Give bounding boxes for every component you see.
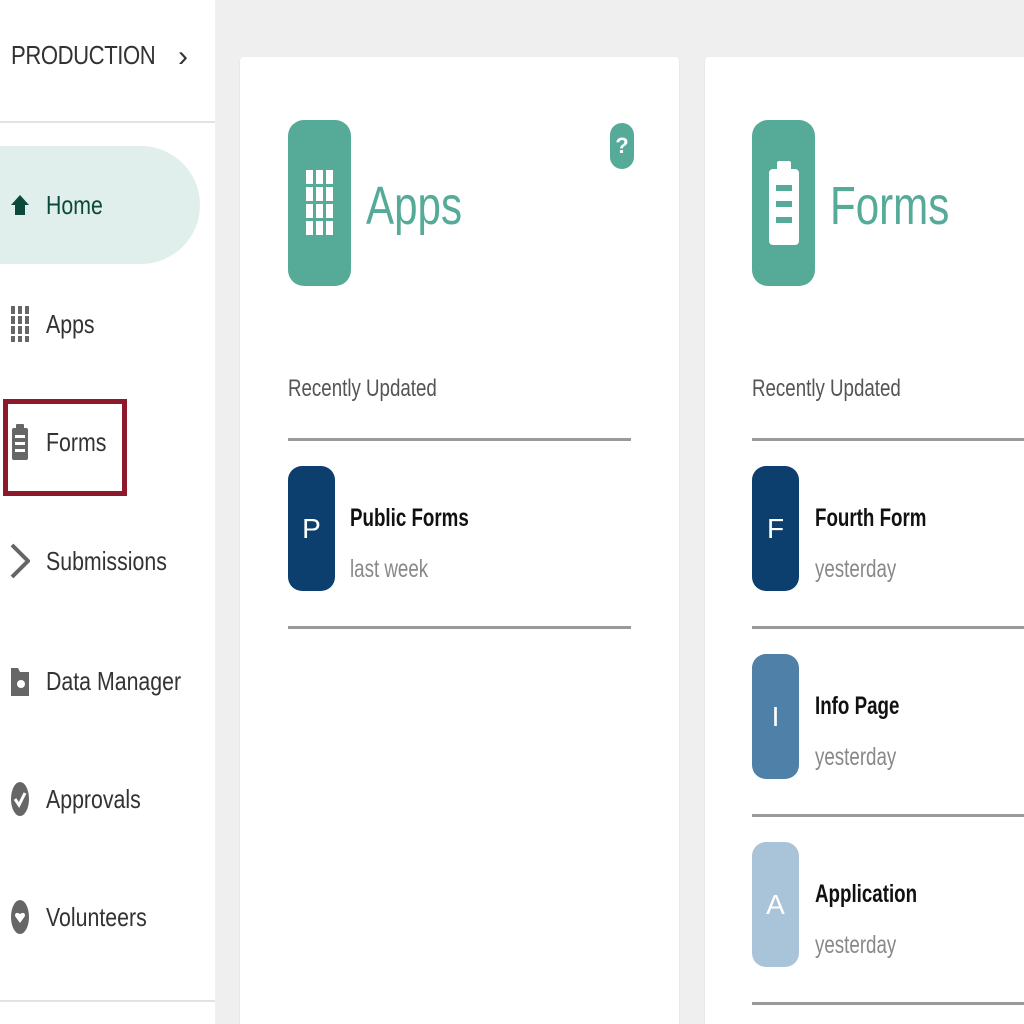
environment-label: PRODUCTION: [11, 40, 156, 70]
sidebar-item-data-manager[interactable]: Data Manager: [0, 622, 200, 740]
avatar: A: [752, 842, 799, 967]
apps-grid-icon: [10, 306, 30, 342]
apps-grid-icon: [288, 120, 351, 286]
item-time: last week: [350, 555, 429, 583]
item-name: Fourth Form: [815, 504, 927, 532]
environment-switcher[interactable]: PRODUCTION ›: [0, 0, 215, 123]
highlight-box: [3, 399, 127, 496]
divider: [752, 626, 1024, 629]
divider: [288, 438, 631, 441]
item-name: Application: [815, 880, 918, 908]
folder-star-icon: [10, 666, 30, 696]
divider: [752, 814, 1024, 817]
sidebar-item-label: Home: [46, 189, 103, 220]
item-time: yesterday: [815, 743, 897, 771]
recently-updated-label: Recently Updated: [752, 375, 901, 402]
sidebar-item-submissions[interactable]: Submissions: [0, 502, 200, 620]
home-icon: [10, 190, 30, 220]
clipboard-icon: [752, 120, 815, 286]
apps-card: Apps ? Recently Updated P Public Forms l…: [240, 57, 679, 1024]
forms-card: Forms Recently Updated F Fourth Form yes…: [705, 57, 1024, 1024]
sidebar-item-label: Approvals: [46, 783, 141, 814]
sidebar: PRODUCTION › Home Apps Forms Submissions…: [0, 0, 215, 1024]
forms-card-title: Forms: [830, 176, 950, 236]
sidebar-item-label: Volunteers: [46, 901, 147, 932]
sidebar-item-label: Data Manager: [46, 665, 182, 696]
sidebar-item-volunteers[interactable]: Volunteers: [0, 858, 200, 976]
sidebar-item-apps[interactable]: Apps: [0, 265, 200, 383]
chevron-right-icon: [10, 543, 30, 579]
avatar: I: [752, 654, 799, 779]
avatar: P: [288, 466, 335, 591]
sidebar-item-home[interactable]: Home: [0, 146, 200, 264]
avatar: F: [752, 466, 799, 591]
divider: [752, 438, 1024, 441]
divider: [0, 1000, 215, 1002]
item-time: yesterday: [815, 931, 897, 959]
apps-card-title: Apps: [366, 176, 463, 236]
help-icon[interactable]: ?: [610, 123, 634, 169]
divider: [752, 1002, 1024, 1005]
item-name: Public Forms: [350, 504, 469, 532]
sidebar-item-label: Submissions: [46, 545, 167, 576]
recently-updated-label: Recently Updated: [288, 375, 437, 402]
check-badge-icon: [10, 782, 30, 816]
sidebar-item-label: Apps: [46, 308, 95, 339]
sidebar-item-approvals[interactable]: Approvals: [0, 740, 200, 858]
heart-badge-icon: [10, 900, 30, 934]
item-name: Info Page: [815, 692, 900, 720]
divider: [288, 626, 631, 629]
chevron-right-icon[interactable]: ›: [178, 40, 188, 74]
item-time: yesterday: [815, 555, 897, 583]
